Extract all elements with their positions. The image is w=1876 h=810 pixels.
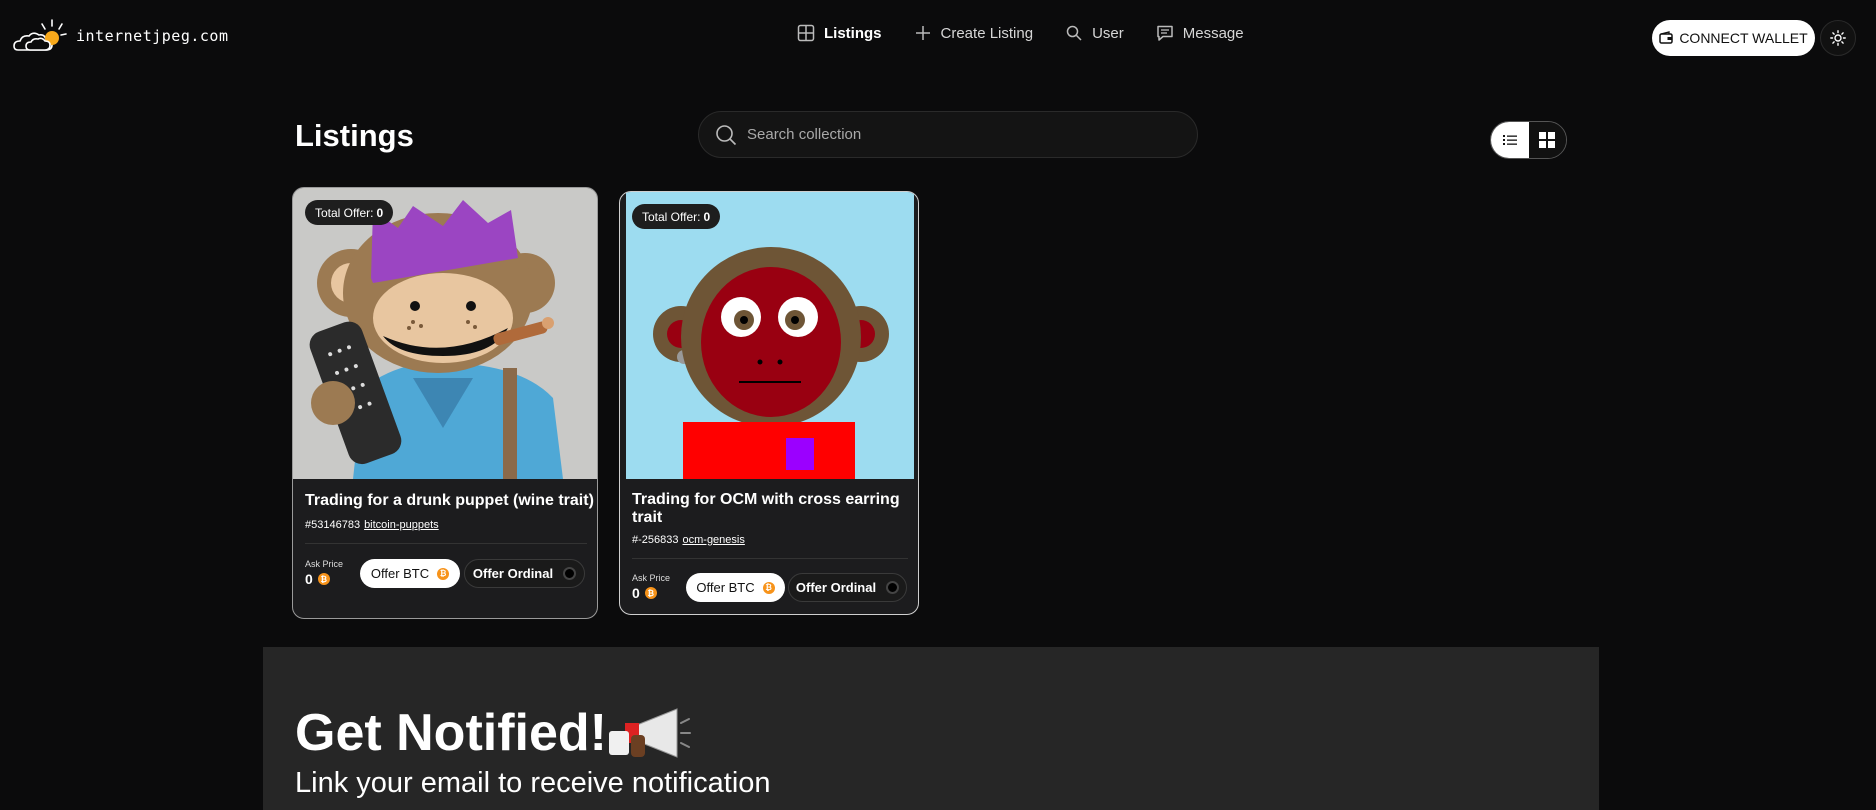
cloud-sun-logo-icon: [13, 19, 67, 51]
nav-message[interactable]: Message: [1156, 24, 1244, 42]
card-title[interactable]: Trading for OCM with cross earring trait: [632, 491, 902, 527]
total-offer-label: Total Offer:: [642, 209, 701, 224]
grid-view-button[interactable]: [1528, 122, 1566, 158]
grid-view-icon: [1539, 132, 1556, 148]
ask-price-label: Ask Price: [305, 559, 344, 569]
listing-card[interactable]: Total Offer: 0 Trading for a drunk puppe…: [292, 187, 598, 619]
megaphone-icon: [608, 708, 691, 758]
card-meta: #53146783 bitcoin-puppets: [305, 519, 439, 531]
search-bar[interactable]: [698, 111, 1198, 158]
bitcoin-icon: ₿: [437, 567, 450, 580]
bitcoin-icon: ₿: [317, 573, 330, 585]
ask-price-amount: 0: [632, 585, 640, 601]
ask-price: Ask Price 0 ₿: [305, 559, 343, 587]
card-title[interactable]: Trading for a drunk puppet (wine trait): [305, 492, 595, 510]
offer-ordinal-label: Offer Ordinal: [472, 566, 554, 581]
offer-btc-button[interactable]: Offer BTC ₿: [686, 573, 785, 602]
collection-link[interactable]: bitcoin-puppets: [364, 519, 439, 531]
notify-title-text: Get Notified!: [295, 704, 607, 762]
ask-price-value: 0 ₿: [305, 571, 343, 587]
notify-title: Get Notified!: [295, 703, 691, 763]
connect-wallet-button[interactable]: CONNECT WALLET: [1652, 20, 1815, 56]
logo[interactable]: internetjpeg.com: [12, 16, 229, 56]
bitcoin-icon: ₿: [762, 581, 775, 594]
nav-listings[interactable]: Listings: [797, 24, 882, 42]
grid-icon: [797, 24, 815, 42]
theme-toggle-button[interactable]: [1820, 20, 1856, 56]
nav-user-label: User: [1092, 24, 1124, 42]
ask-price-value: 0 ₿: [632, 585, 670, 601]
page-title: Listings: [295, 118, 414, 153]
offer-btc-label: Offer BTC: [696, 580, 755, 595]
nav-listings-label: Listings: [824, 24, 882, 42]
total-offer-badge: Total Offer: 0: [632, 204, 721, 229]
ask-price: Ask Price 0 ₿: [632, 573, 670, 601]
logo-text: internetjpeg.com: [76, 27, 229, 45]
nav-create-listing-label: Create Listing: [940, 24, 1034, 42]
total-offer-value: 0: [703, 209, 711, 224]
offer-ordinal-button[interactable]: Offer Ordinal: [788, 573, 907, 602]
bitcoin-icon: ₿: [644, 587, 657, 599]
listing-card[interactable]: Total Offer: 0 Trading for OCM with cros…: [619, 191, 919, 615]
ask-price-amount: 0: [305, 571, 313, 587]
nav-create-listing[interactable]: Create Listing: [914, 24, 1034, 42]
inscription-id: #-256833: [632, 534, 679, 546]
main-nav: Listings Create Listing User Message: [797, 24, 1244, 42]
nav-user[interactable]: User: [1065, 24, 1124, 42]
total-offer-value: 0: [376, 205, 384, 220]
card-meta: #-256833 ocm-genesis: [632, 534, 745, 546]
total-offer-badge: Total Offer: 0: [305, 200, 394, 225]
list-icon: [1502, 135, 1517, 145]
total-offer-label: Total Offer:: [315, 205, 374, 220]
collection-link[interactable]: ocm-genesis: [683, 534, 745, 546]
inscription-id: #53146783: [305, 519, 361, 531]
card-divider: [632, 558, 908, 559]
list-view-button[interactable]: [1491, 122, 1529, 158]
view-toggle: [1490, 121, 1567, 159]
search-input[interactable]: [747, 126, 1167, 143]
card-divider: [305, 543, 587, 544]
search-icon: [716, 124, 737, 145]
ordinal-icon: [886, 581, 900, 594]
header: internetjpeg.com Listings Create Listing…: [0, 0, 1876, 76]
offer-btc-button[interactable]: Offer BTC ₿: [360, 559, 460, 588]
message-icon: [1157, 25, 1173, 41]
connect-wallet-label: CONNECT WALLET: [1679, 30, 1808, 46]
ask-price-label: Ask Price: [632, 573, 671, 583]
nft-image-ocm: [626, 192, 914, 479]
search-icon: [1066, 25, 1082, 41]
wallet-icon: [1659, 31, 1674, 44]
offer-ordinal-label: Offer Ordinal: [795, 580, 877, 595]
offer-ordinal-button[interactable]: Offer Ordinal: [464, 559, 585, 588]
nav-message-label: Message: [1182, 24, 1244, 42]
plus-icon: [915, 26, 930, 40]
offer-btc-label: Offer BTC: [370, 566, 430, 581]
ordinal-icon: [563, 567, 577, 580]
notify-subtitle: Link your email to receive notification: [295, 767, 771, 799]
sun-icon: [1830, 30, 1846, 46]
notify-section: Get Notified! Link your email to receive…: [263, 647, 1599, 810]
nft-image-puppet: [293, 188, 597, 479]
